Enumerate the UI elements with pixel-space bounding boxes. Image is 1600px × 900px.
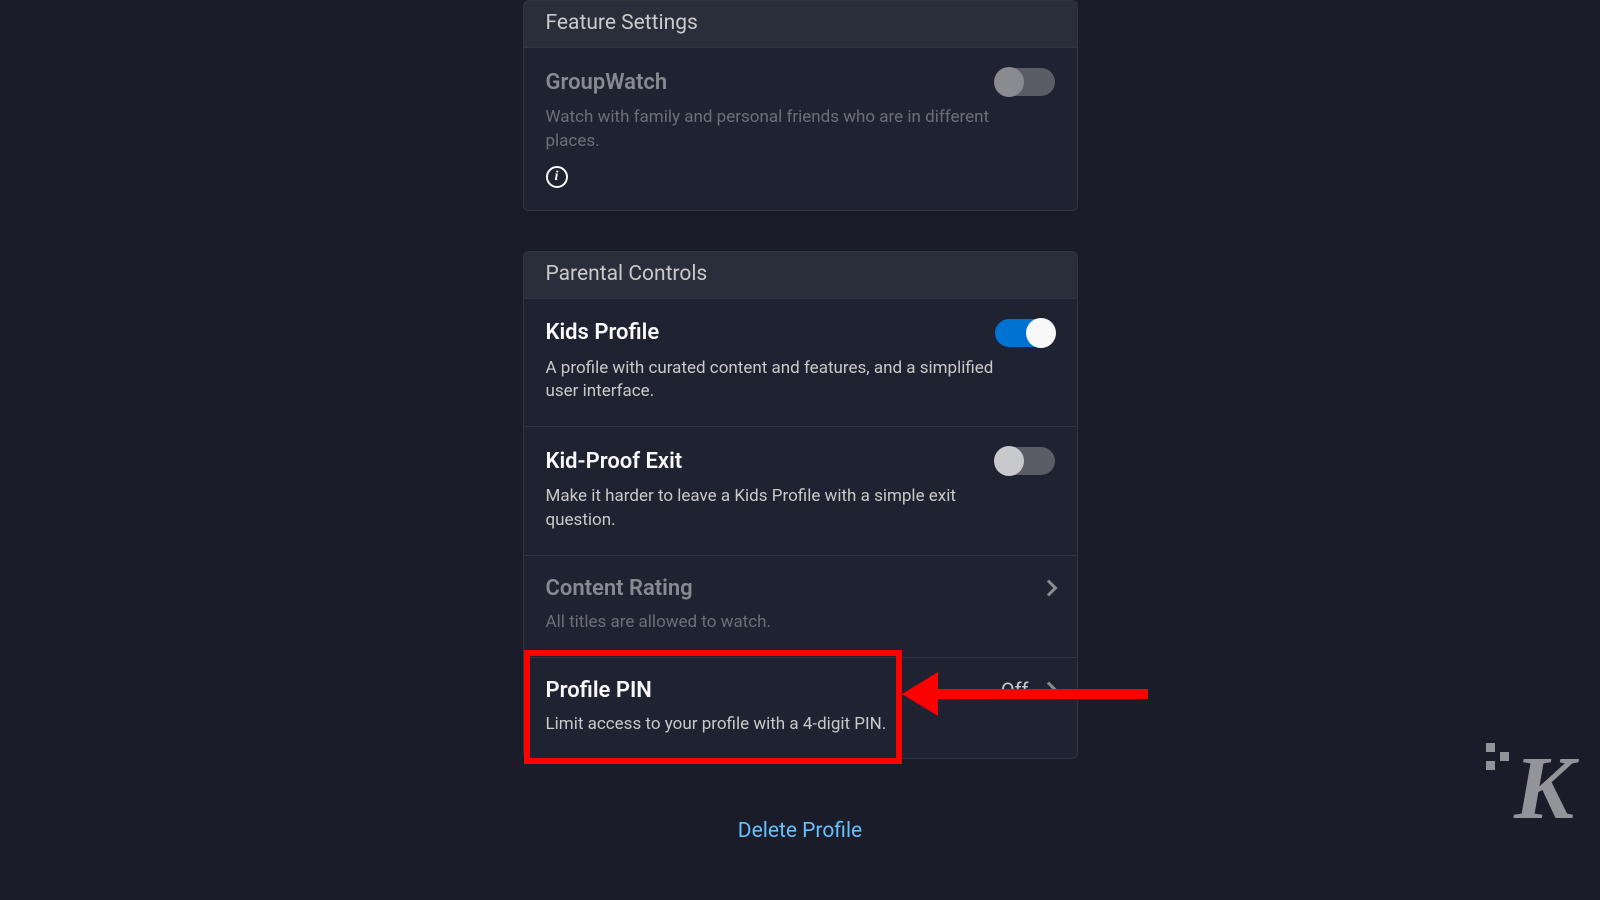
info-icon[interactable]: i — [546, 166, 568, 188]
parental-controls-header: Parental Controls — [524, 252, 1077, 298]
kids-profile-desc: A profile with curated content and featu… — [546, 357, 1026, 405]
groupwatch-desc: Watch with family and personal friends w… — [546, 106, 1026, 154]
feature-settings-card: Feature Settings GroupWatch Watch with f… — [523, 0, 1078, 211]
watermark: K — [1514, 737, 1570, 840]
groupwatch-row: GroupWatch Watch with family and persona… — [524, 47, 1077, 210]
content-rating-desc: All titles are allowed to watch. — [546, 611, 1026, 635]
parental-controls-card: Parental Controls Kids Profile A profile… — [523, 251, 1078, 760]
chevron-right-icon — [1040, 580, 1057, 597]
kid-proof-exit-toggle[interactable] — [995, 447, 1055, 475]
kids-profile-toggle[interactable] — [995, 319, 1055, 347]
kid-proof-exit-title: Kid-Proof Exit — [546, 449, 683, 474]
groupwatch-title: GroupWatch — [546, 70, 668, 95]
groupwatch-toggle[interactable] — [995, 68, 1055, 96]
kid-proof-exit-row: Kid-Proof Exit Make it harder to leave a… — [524, 426, 1077, 555]
delete-profile-link[interactable]: Delete Profile — [523, 819, 1078, 843]
content-rating-row[interactable]: Content Rating All titles are allowed to… — [524, 555, 1077, 657]
profile-pin-title: Profile PIN — [546, 678, 652, 703]
annotation-arrow-line — [938, 689, 1148, 699]
profile-pin-row[interactable]: Profile PIN Off Limit access to your pro… — [524, 657, 1077, 759]
content-rating-title: Content Rating — [546, 576, 693, 601]
annotation-arrow-head — [902, 672, 938, 716]
profile-pin-desc: Limit access to your profile with a 4-di… — [546, 713, 1026, 737]
kids-profile-title: Kids Profile — [546, 320, 660, 345]
feature-settings-header: Feature Settings — [524, 1, 1077, 47]
kids-profile-row: Kids Profile A profile with curated cont… — [524, 298, 1077, 427]
kid-proof-exit-desc: Make it harder to leave a Kids Profile w… — [546, 485, 1026, 533]
